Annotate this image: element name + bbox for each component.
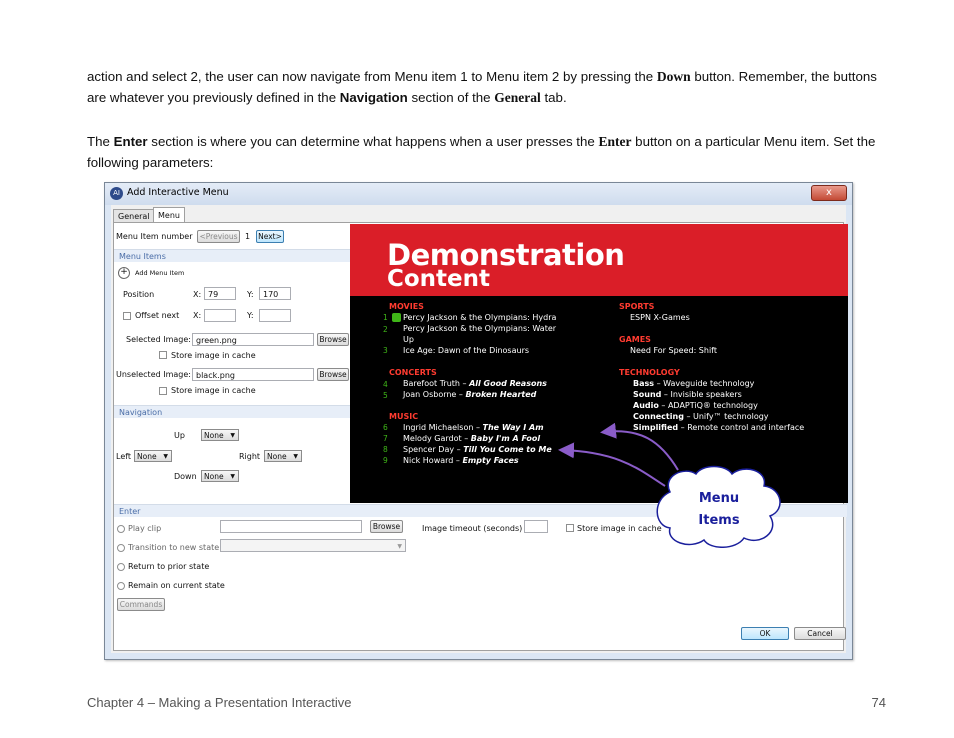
callout-arrows — [558, 422, 679, 487]
footer-chapter: Chapter 4 – Making a Presentation Intera… — [87, 695, 352, 710]
callout-text: Menu Items — [676, 488, 762, 532]
callout-line1: Menu — [698, 491, 740, 506]
page-number: 74 — [871, 695, 886, 710]
callout-line2: Items — [698, 513, 740, 528]
